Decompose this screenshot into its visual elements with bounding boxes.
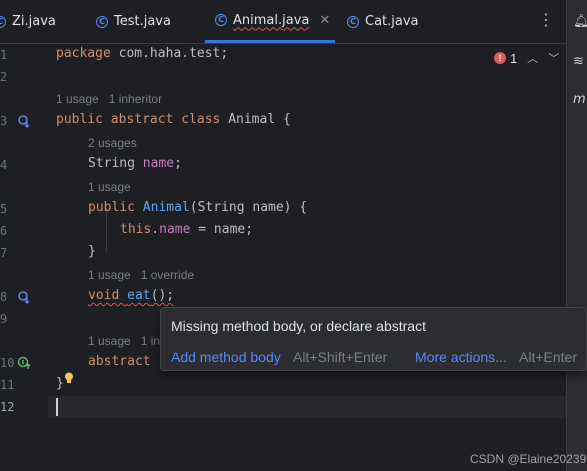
tab-label: Test.java: [114, 14, 171, 29]
error-icon: !: [494, 52, 506, 64]
line-number: 2: [0, 70, 8, 84]
tab-label: Animal.java: [233, 12, 310, 28]
tab-label: Cat.java: [365, 14, 419, 29]
code-line-1: package com.haha.test;: [56, 46, 229, 61]
inlay-usage-hint[interactable]: 1 usage 1 in: [88, 334, 160, 348]
chevron-down-icon[interactable]: ﹀: [548, 50, 559, 66]
right-tool-strip: 🔔︎ ≋ m: [566, 0, 587, 471]
more-vertical-icon[interactable]: ⋮: [538, 12, 554, 28]
line-number: 3: [0, 114, 8, 128]
code-line-8: void eat();: [88, 288, 175, 303]
implemented-icon[interactable]: [17, 114, 31, 128]
watermark: CSDN @Elaine202391: [470, 452, 587, 466]
line-gutter: 1 2 3 4 5 6 7 8 9 10 11 12: [0, 44, 48, 471]
font-icon[interactable]: m: [573, 92, 586, 107]
code-line-4: String name;: [88, 156, 182, 171]
code-editor[interactable]: package com.haha.test; 1 usage 1 inherit…: [48, 44, 566, 471]
more-actions-link[interactable]: More actions...: [415, 349, 507, 365]
tab-test-java[interactable]: C Test.java: [96, 0, 171, 43]
implemented-icon[interactable]: [17, 290, 31, 304]
line-number: 8: [0, 290, 8, 304]
inlay-usage-hint[interactable]: 1 usage: [88, 180, 131, 194]
shortcut-label: Alt+Enter: [519, 349, 577, 365]
class-c-icon: C: [215, 14, 227, 26]
database-icon[interactable]: ≋: [573, 54, 584, 69]
bell-icon[interactable]: 🔔︎: [573, 14, 587, 29]
current-line-highlight: [48, 396, 566, 418]
tab-zi-java[interactable]: C Zi.java: [0, 0, 56, 43]
line-number: 1: [0, 48, 8, 62]
chevron-up-icon[interactable]: ︿: [527, 50, 538, 66]
bulb-icon[interactable]: [64, 372, 74, 384]
code-line-10: abstract: [88, 354, 151, 369]
error-count: 1: [510, 50, 518, 66]
popup-message: Missing method body, or declare abstract: [171, 318, 426, 334]
line-number: 6: [0, 224, 8, 238]
inlay-usage-hint[interactable]: 1 usage 1 override: [88, 268, 194, 282]
overridden-icon[interactable]: [17, 356, 31, 370]
line-number: 5: [0, 202, 8, 216]
line-number: 11: [0, 378, 15, 392]
problems-indicator[interactable]: ! 1 ︿ ﹀: [494, 50, 559, 66]
line-number: 4: [0, 158, 8, 172]
tab-animal-java[interactable]: C Animal.java ✕: [205, 0, 335, 43]
code-line-3: public abstract class Animal {: [56, 112, 291, 127]
line-number: 12: [0, 400, 15, 414]
line-number: 10: [0, 356, 15, 370]
line-number: 7: [0, 246, 8, 260]
tab-label: Zi.java: [12, 14, 56, 29]
inlay-usage-hint[interactable]: 2 usages: [88, 136, 137, 150]
code-line-5: public Animal(String name) {: [88, 200, 308, 215]
inlay-usage-hint[interactable]: 1 usage 1 inheritor: [56, 92, 162, 106]
class-c-icon: C: [0, 15, 6, 28]
add-method-body-action[interactable]: Add method body: [171, 349, 281, 365]
text-caret: [56, 398, 58, 416]
line-number: 9: [0, 312, 8, 326]
code-line-6: this.name = name;: [120, 222, 254, 237]
quick-fix-popup: Missing method body, or declare abstract…: [160, 307, 587, 371]
code-line-11: }: [56, 376, 64, 391]
shortcut-label: Alt+Shift+Enter: [293, 349, 388, 365]
editor-tab-bar: C Zi.java C Test.java C Animal.java ✕ C …: [0, 0, 566, 44]
class-c-icon: C: [347, 15, 359, 28]
tab-cat-java[interactable]: C Cat.java: [347, 0, 419, 43]
close-icon[interactable]: ✕: [319, 13, 330, 28]
code-line-7: }: [88, 244, 96, 259]
more-vertical-icon[interactable]: ⋮: [581, 316, 587, 332]
class-c-icon: C: [96, 15, 108, 28]
